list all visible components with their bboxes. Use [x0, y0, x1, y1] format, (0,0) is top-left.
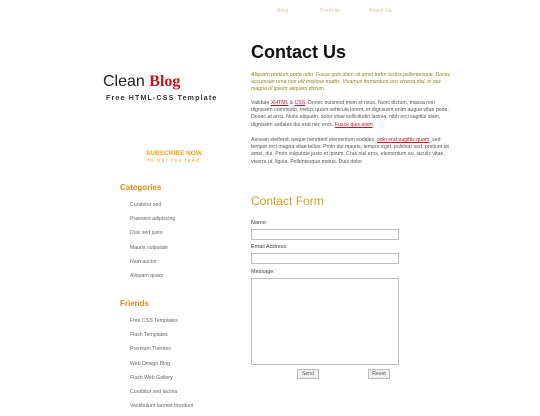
category-link[interactable]: Praesent adipiscing [130, 215, 175, 229]
xhtml-link[interactable]: XHTML [271, 100, 288, 106]
logo-clean-text: Clean [103, 73, 145, 90]
odio-erat-link[interactable]: odio erat sagittis quam [377, 137, 429, 143]
site-tagline: Free HTML-CSS Template [106, 95, 218, 102]
email-label: Email Address: [251, 244, 288, 250]
aenean-paragraph: Aenean eleifend, neque hendrerit element… [251, 137, 456, 166]
paragraph-text: Validate [251, 100, 271, 106]
friend-link[interactable]: Curabitur sed lacinia [130, 388, 193, 402]
friend-link[interactable]: Vestibulum laoreet tincidunt [130, 402, 193, 416]
intro-paragraph: Aliquam pretium porta odio. Fusce quis d… [251, 72, 451, 93]
categories-heading: Categories [120, 183, 162, 192]
category-link[interactable]: Mauris vulputate [130, 244, 175, 258]
name-label: Name: [251, 220, 268, 226]
message-field[interactable] [251, 278, 399, 365]
contact-form-title: Contact Form [251, 194, 324, 208]
message-label: Message: [251, 269, 275, 275]
reset-button[interactable]: Reset [368, 369, 390, 379]
categories-list: Curabitur sed Praesent adipiscing Duis s… [130, 201, 175, 286]
category-link[interactable]: Aliquam quam [130, 272, 175, 286]
email-field[interactable] [251, 253, 399, 264]
subscribe-rss-link[interactable]: SUBSCRIBE NOW to our rss feed [145, 150, 203, 164]
paragraph-text: Aenean eleifend, neque hendrerit element… [251, 137, 378, 143]
friends-list: Free CSS Templates Flash Templates Premi… [130, 317, 193, 416]
validate-paragraph: Validate XHTML & CSS. Donec euismod enim… [251, 100, 456, 129]
subscribe-subtitle: to our rss feed [147, 158, 201, 164]
friend-link[interactable]: Premium Themes [130, 345, 193, 359]
nav-item-portfolio[interactable]: Portfolio [320, 8, 340, 14]
friend-link[interactable]: Free CSS Templates [130, 317, 193, 331]
name-field[interactable] [251, 229, 399, 240]
send-button[interactable]: Send [297, 369, 319, 379]
category-link[interactable]: Duis sed justo [130, 229, 175, 243]
subscribe-title: SUBSCRIBE NOW [146, 150, 202, 157]
fusce-quis-enim-link[interactable]: Fusce quis enim [335, 122, 373, 128]
logo-blog-text: Blog [149, 73, 181, 90]
category-link[interactable]: Nam auctor [130, 258, 175, 272]
css-link[interactable]: CSS [295, 100, 306, 106]
nav-item-blog[interactable]: Blog [277, 8, 288, 14]
friend-link[interactable]: Flash Web Gallery [130, 374, 193, 388]
paragraph-text: . [372, 121, 375, 128]
friend-link[interactable]: Web Design Blog [130, 360, 193, 374]
friends-heading: Friends [120, 299, 149, 308]
category-link[interactable]: Curabitur sed [130, 201, 175, 215]
site-logo[interactable]: Clean Blog [103, 73, 180, 91]
nav-item-about-us[interactable]: About Us [369, 8, 392, 14]
page-title: Contact Us [251, 42, 347, 62]
friend-link[interactable]: Flash Templates [130, 331, 193, 345]
